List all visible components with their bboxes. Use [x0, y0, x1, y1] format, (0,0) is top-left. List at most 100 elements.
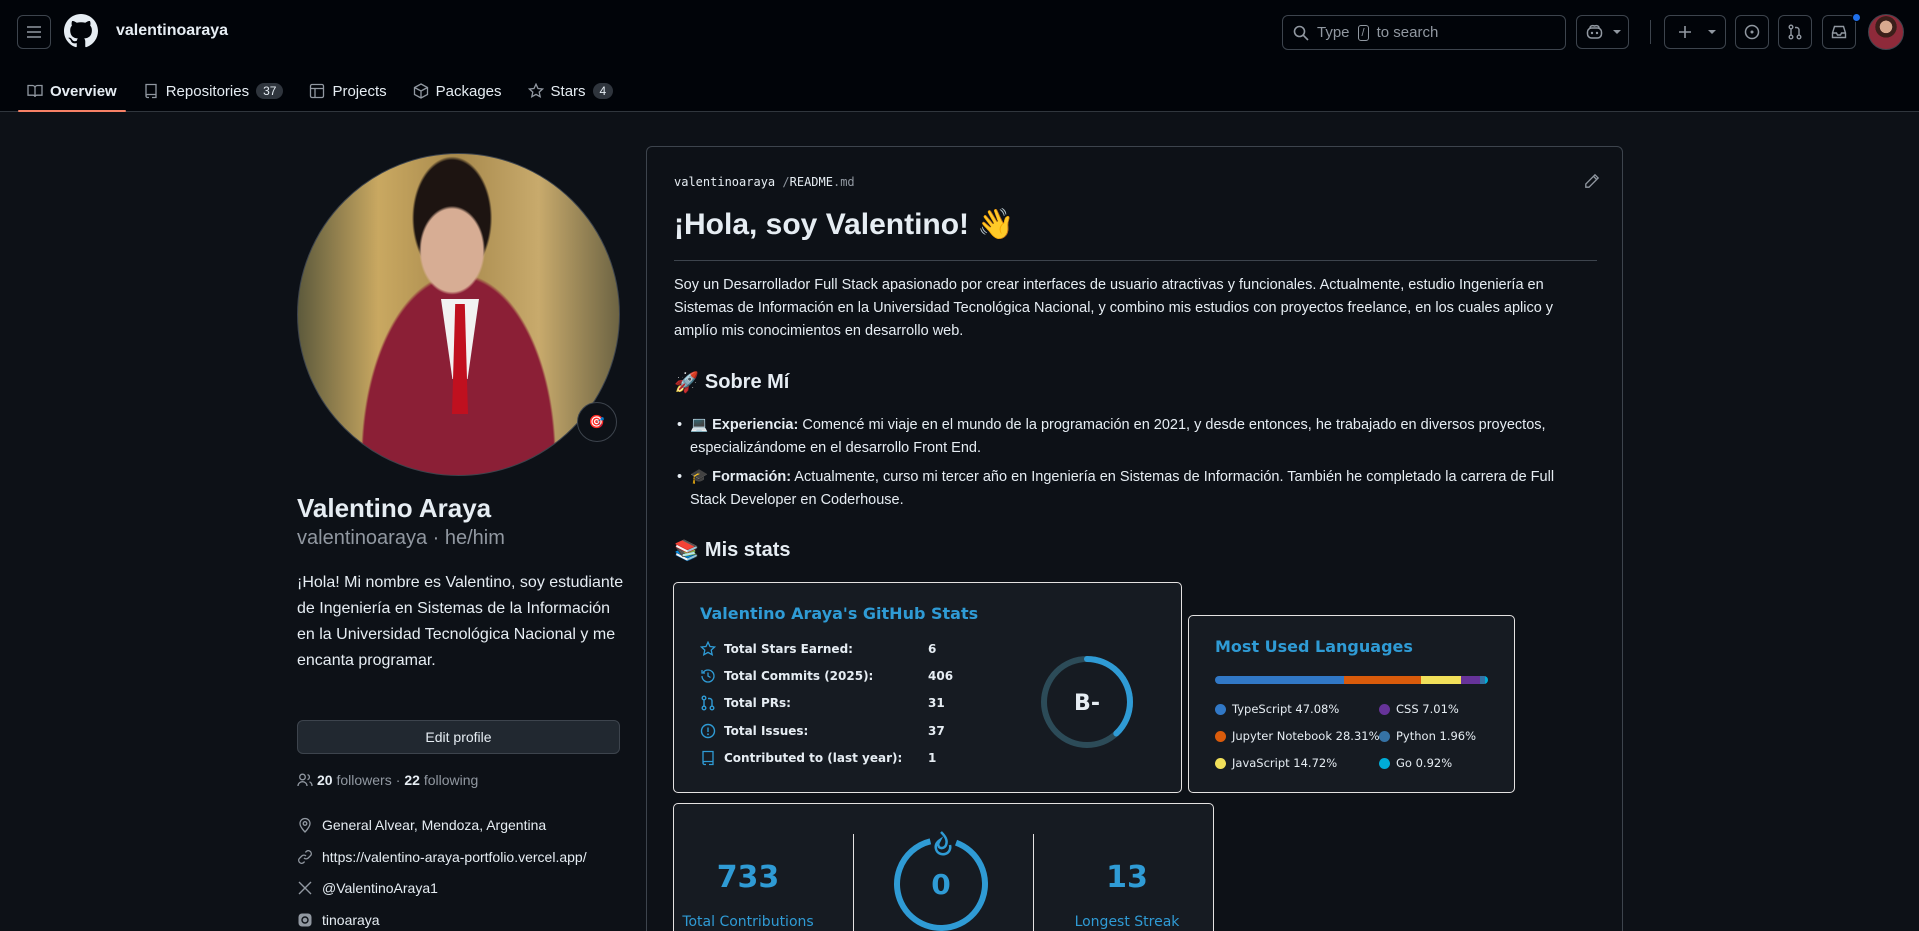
profile-website[interactable]: https://valentino-araya-portfolio.vercel… [297, 849, 587, 865]
stat-value: 6 [928, 642, 937, 656]
readme-breadcrumb: valentinoaraya /README.md [674, 175, 855, 189]
section-heading-about: 🚀 Sobre Mí [674, 370, 789, 395]
list-item-text: Actualmente, curso mi tercer año en Inge… [690, 469, 1555, 508]
pencil-icon[interactable] [1584, 173, 1600, 189]
stat-label: Total Issues: [724, 724, 809, 738]
user-avatar[interactable] [1868, 14, 1904, 50]
stat-value: 1 [928, 751, 937, 765]
title-divider [674, 260, 1597, 261]
language-color-dot [1215, 757, 1226, 769]
profile-tabs: Overview Repositories 37 Projects Packag… [18, 70, 630, 112]
graduation-emoji: 🎓 [690, 469, 709, 485]
search-shortcut-key: / [1357, 24, 1369, 41]
stat-row-stars: Total Stars Earned: 6 [700, 641, 936, 657]
status-emoji-button[interactable]: 🎯 [577, 402, 617, 442]
tab-repositories[interactable]: Repositories 37 [134, 70, 293, 112]
instagram-icon [298, 913, 312, 927]
twitter-link[interactable]: @ValentinoAraya1 [322, 880, 438, 896]
followers-link[interactable]: 20 followers [317, 772, 392, 788]
repositories-count-badge: 37 [256, 83, 284, 99]
inbox-icon [1831, 25, 1847, 39]
website-link[interactable]: https://valentino-araya-portfolio.vercel… [322, 849, 587, 865]
pull-requests-button[interactable] [1778, 15, 1812, 49]
language-legend-item: Jupyter Notebook 28.31% [1215, 729, 1380, 743]
following-count: 22 [404, 772, 420, 788]
stat-label: Total Stars Earned: [724, 642, 853, 656]
create-new-button[interactable] [1664, 15, 1726, 49]
context-username[interactable]: valentinoaraya [116, 22, 228, 40]
tab-label: Overview [50, 82, 117, 100]
total-contributions-value: 733 [716, 860, 780, 895]
profile-readme: valentinoaraya /README.md ¡Hola, soy Val… [646, 146, 1623, 931]
section-heading-text: Mis stats [704, 539, 791, 561]
stat-row-commits: Total Commits (2025): 406 [700, 668, 953, 684]
longest-streak-label: Longest Streak [1074, 914, 1180, 930]
profile-avatar[interactable] [297, 153, 620, 476]
search-input[interactable]: Type / to search [1282, 15, 1566, 50]
menu-button[interactable] [17, 15, 51, 49]
list-item-education: 🎓 Formación: Actualmente, curso mi terce… [677, 466, 1590, 512]
list-item-text: Comencé mi viaje en el mundo de la progr… [690, 417, 1546, 456]
chevron-down-icon[interactable] [1707, 27, 1717, 37]
readme-intro: Soy un Desarrollador Full Stack apasiona… [674, 277, 1554, 339]
profile-fullname: Valentino Araya [297, 493, 492, 523]
repo-icon [702, 750, 714, 766]
language-bar-segment [1460, 676, 1481, 684]
rank-circle: B- [1041, 656, 1133, 748]
profile-twitter[interactable]: @ValentinoAraya1 [297, 880, 438, 896]
follow-stats: 20 followers · 22 following [297, 772, 478, 788]
list-item-label: Experiencia: [712, 417, 799, 433]
instagram-link[interactable]: tinoaraya [322, 912, 380, 928]
chevron-down-icon[interactable] [1612, 27, 1622, 37]
github-logo-icon[interactable] [64, 14, 98, 48]
tab-label: Packages [435, 82, 502, 100]
x-logo-icon [298, 881, 312, 895]
header-divider [1650, 20, 1651, 44]
copilot-button[interactable] [1576, 15, 1629, 49]
tab-label: Stars [550, 82, 586, 100]
link-icon [298, 850, 312, 864]
stars-count-badge: 4 [592, 83, 614, 99]
tab-packages[interactable]: Packages [404, 70, 511, 112]
languages-card: Most Used Languages TypeScript 47.08% Jup… [1188, 615, 1515, 793]
language-color-dot [1379, 730, 1390, 742]
language-label: JavaScript 14.72% [1232, 756, 1338, 770]
tab-projects[interactable]: Projects [300, 70, 395, 112]
search-prefix: Type [1317, 24, 1350, 41]
total-contributions-label: Total Contributions [682, 914, 814, 930]
profile-instagram[interactable]: tinoaraya [297, 912, 380, 928]
github-stats-card: Valentino Araya's GitHub Stats Total Sta… [673, 582, 1182, 793]
star-icon [527, 83, 544, 98]
following-link[interactable]: 22 following [404, 772, 478, 788]
language-bar-segment [1485, 676, 1488, 684]
language-bar-segment [1420, 676, 1461, 684]
location-text: General Alvear, Mendoza, Argentina [322, 817, 547, 833]
language-color-dot [1215, 703, 1226, 715]
tab-stars[interactable]: Stars 4 [519, 70, 623, 112]
pull-request-icon [1788, 24, 1802, 40]
plus-icon [1679, 26, 1691, 38]
inbox-button[interactable] [1822, 15, 1856, 49]
language-label: CSS 7.01% [1396, 702, 1459, 716]
rocket-emoji: 🚀 [674, 372, 699, 394]
language-label: Jupyter Notebook 28.31% [1232, 729, 1380, 743]
current-streak-value: 0 [931, 868, 950, 901]
flame-icon [934, 831, 952, 856]
stat-row-contributed: Contributed to (last year): 1 [700, 750, 936, 766]
star-icon [700, 641, 716, 656]
language-label: Python 1.96% [1396, 729, 1477, 743]
breadcrumb-separator: / [782, 175, 790, 189]
stat-value: 31 [928, 696, 945, 710]
issues-button[interactable] [1735, 15, 1769, 49]
edit-profile-button[interactable]: Edit profile [297, 720, 620, 754]
laptop-emoji: 💻 [690, 417, 709, 433]
list-item-experience: 💻 Experiencia: Comencé mi viaje en el mu… [677, 414, 1590, 460]
tab-overview[interactable]: Overview [18, 70, 126, 112]
section-heading-text: Sobre Mí [704, 371, 790, 393]
readme-file-link[interactable]: README [790, 175, 833, 189]
stat-row-prs: Total PRs: 31 [700, 695, 945, 711]
language-color-dot [1379, 757, 1390, 769]
longest-streak-value: 13 [1106, 860, 1148, 895]
tab-label: Repositories [165, 82, 250, 100]
readme-owner-link[interactable]: valentinoaraya [674, 175, 775, 189]
